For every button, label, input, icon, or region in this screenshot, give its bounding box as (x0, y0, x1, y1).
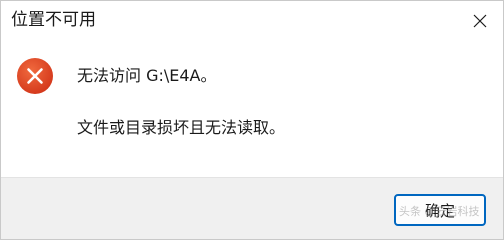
close-button[interactable] (465, 7, 495, 35)
error-dialog: 位置不可用 无法访问 G:\E4A。 文件或目录损坏且无法读取。 确定 头条 @… (0, 0, 504, 240)
watermark-text: 头条 @云岩科技 (399, 205, 480, 218)
dialog-title: 位置不可用 (11, 10, 96, 30)
watermark: 头条 @云岩科技 (399, 203, 480, 219)
error-message-detail: 文件或目录损坏且无法读取。 (77, 118, 286, 137)
dialog-content: 无法访问 G:\E4A。 文件或目录损坏且无法读取。 (1, 43, 503, 177)
error-message-path: 无法访问 G:\E4A。 (77, 66, 217, 85)
close-icon (473, 14, 487, 28)
title-bar: 位置不可用 (1, 1, 503, 43)
error-icon (17, 58, 53, 94)
